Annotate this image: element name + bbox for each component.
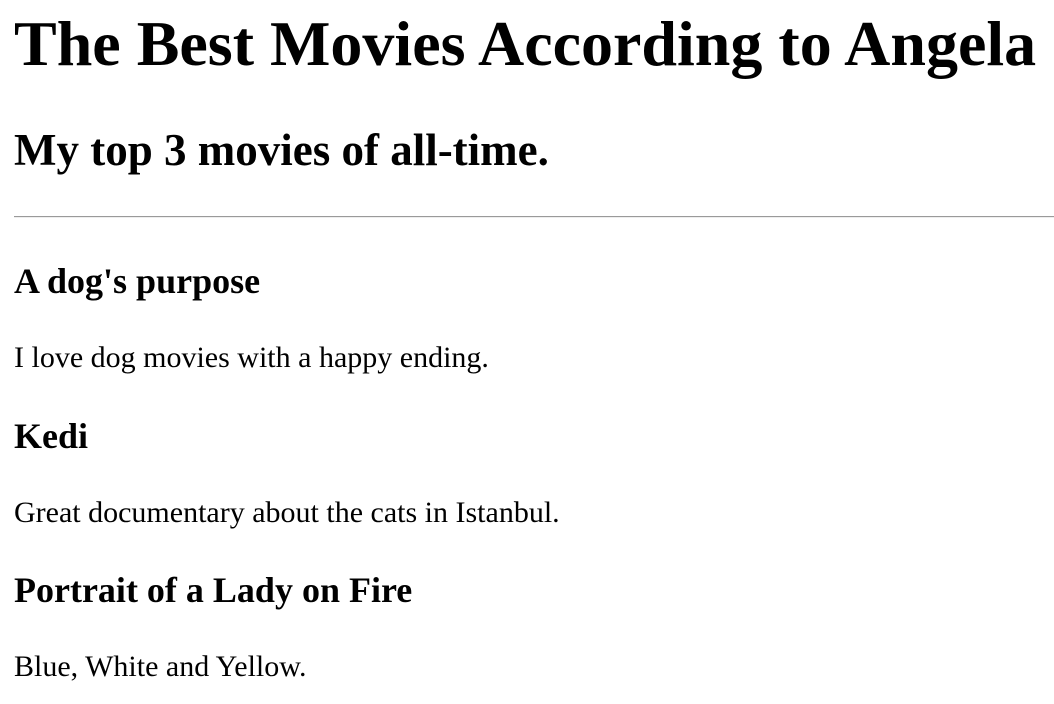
movie-description-1: I love dog movies with a happy ending. (14, 341, 489, 374)
horizontal-divider (14, 216, 1054, 218)
movie-title-2: Kedi (14, 416, 89, 456)
movie-description-3: Blue, White and Yellow. (14, 650, 307, 683)
movie-title-1: A dog's purpose (14, 261, 261, 301)
page-subtitle: My top 3 movies of all-time. (14, 125, 549, 175)
movie-title-3: Portrait of a Lady on Fire (14, 570, 413, 610)
page-title: The Best Movies According to Angela (14, 8, 1037, 79)
movie-description-2: Great documentary about the cats in Ista… (14, 496, 560, 529)
